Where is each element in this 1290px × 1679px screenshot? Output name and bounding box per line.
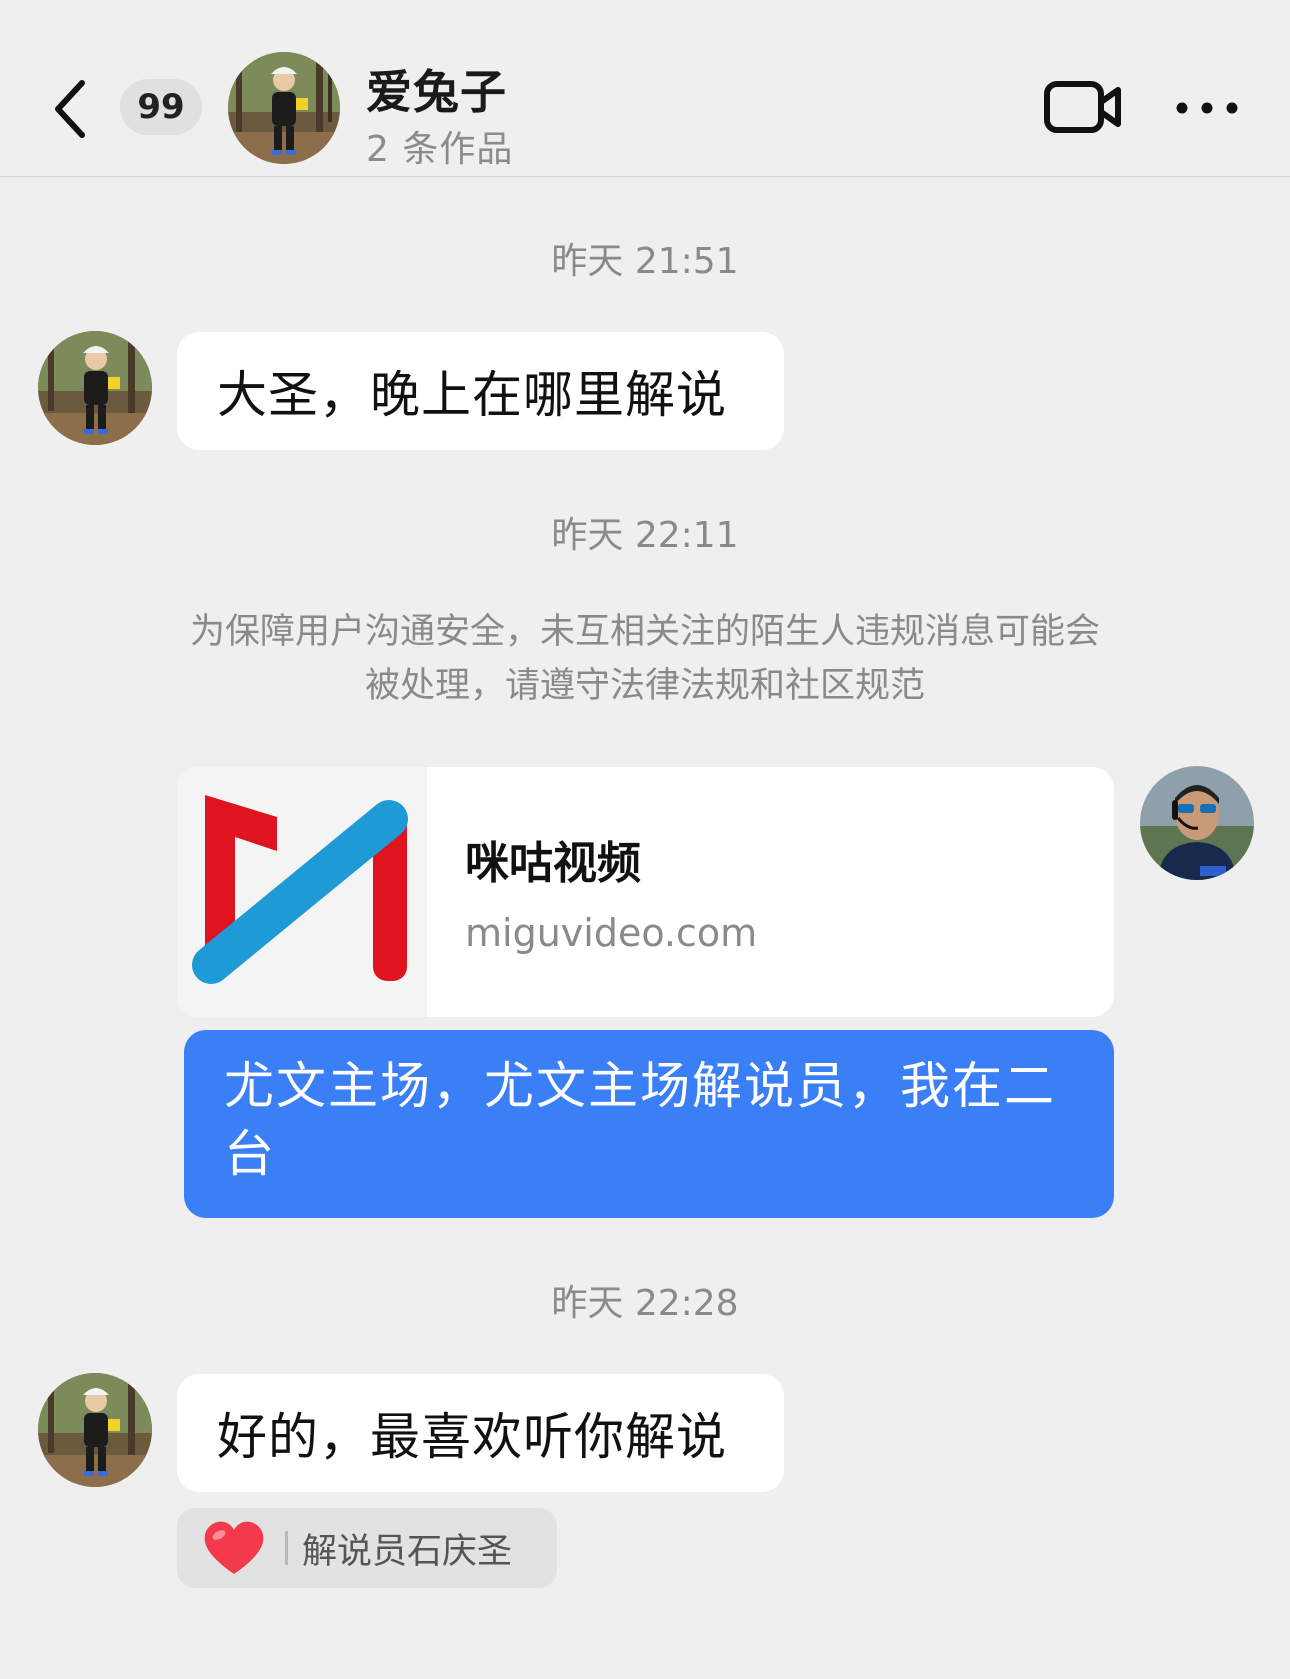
- reaction-divider: [285, 1531, 288, 1565]
- link-domain: miguvideo.com: [465, 911, 758, 955]
- notice-line: 为保障用户沟通安全，未互相关注的陌生人违规消息可能会: [189, 612, 1100, 652]
- reaction-user-name: 解说员石庆圣: [302, 1531, 513, 1572]
- notice-line: 被处理，请遵守法律法规和社区规范: [364, 666, 925, 706]
- migu-logo: [177, 767, 427, 1017]
- heart-icon: [204, 1521, 264, 1574]
- safety-notice: 为保障用户沟通安全，未互相关注的陌生人违规消息可能会 被处理，请遵守法律法规和社…: [130, 605, 1160, 713]
- contact-works-count[interactable]: 2 条作品: [366, 120, 513, 172]
- video-call-icon: [1044, 81, 1121, 133]
- incoming-message-bubble[interactable]: 大圣，晚上在哪里解说: [177, 332, 784, 450]
- chat-header: 99 爱兔子 2 条作品: [0, 0, 1290, 177]
- more-icon: [1176, 102, 1238, 114]
- contact-name[interactable]: 爱兔子: [366, 56, 507, 122]
- sender-avatar[interactable]: [38, 331, 152, 445]
- outgoing-message-bubble[interactable]: 尤文主场，尤文主场解说员，我在二台: [184, 1030, 1114, 1218]
- message-timestamp: 昨天 21:51: [551, 241, 739, 282]
- own-avatar[interactable]: [1140, 766, 1254, 880]
- message-text: 大圣，晚上在哪里解说: [217, 366, 727, 424]
- back-button[interactable]: [40, 70, 100, 148]
- video-call-button[interactable]: [1044, 78, 1124, 138]
- message-timestamp: 昨天 22:28: [551, 1283, 739, 1324]
- contact-avatar[interactable]: [228, 52, 340, 164]
- back-arrow-icon: [55, 80, 85, 138]
- incoming-message-bubble[interactable]: 好的，最喜欢听你解说: [177, 1374, 784, 1492]
- unread-count-badge[interactable]: 99: [120, 79, 202, 135]
- message-reaction[interactable]: 解说员石庆圣: [177, 1508, 557, 1588]
- sender-avatar[interactable]: [38, 1373, 152, 1487]
- link-share-card[interactable]: 咪咕视频 miguvideo.com: [177, 767, 1114, 1017]
- more-button[interactable]: [1172, 86, 1242, 130]
- message-timestamp: 昨天 22:11: [551, 515, 739, 556]
- link-title: 咪咕视频: [465, 838, 641, 889]
- message-text: 好的，最喜欢听你解说: [217, 1408, 727, 1466]
